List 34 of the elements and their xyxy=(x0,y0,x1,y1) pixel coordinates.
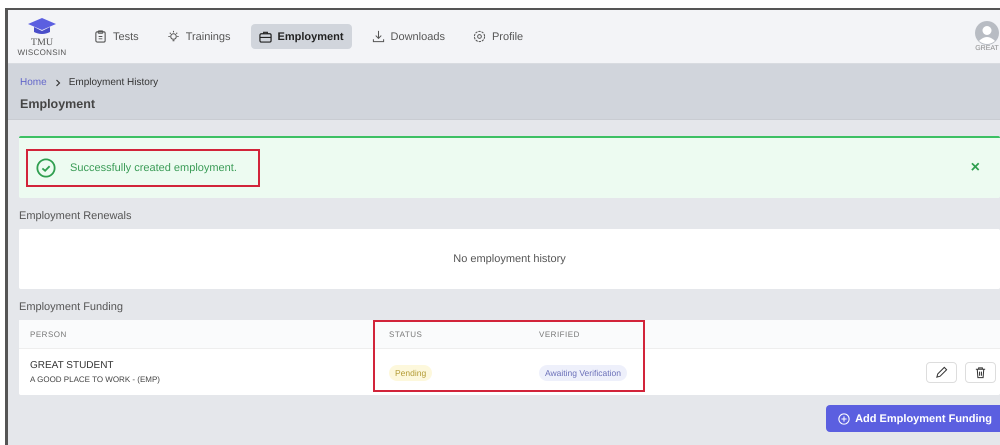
logo-subtitle: WISCONSIN xyxy=(18,48,66,56)
logo-title: TMU xyxy=(30,36,54,48)
settings-icon xyxy=(472,30,486,43)
briefcase-icon xyxy=(258,30,272,43)
page-title: Employment xyxy=(20,97,96,111)
alert-message: Successfully created employment. xyxy=(70,162,237,174)
trash-icon xyxy=(974,366,987,378)
column-header: STATUS xyxy=(389,330,424,338)
breadcrumb-current: Employment History xyxy=(68,77,158,88)
add-funding-button[interactable]: Add Employment Funding xyxy=(826,405,1000,432)
verification-badge: Awaiting Verification xyxy=(539,365,627,381)
nav-tab[interactable]: Downloads xyxy=(364,24,453,49)
person-name: GREAT STUDENT xyxy=(30,360,115,371)
nav-tab[interactable]: Profile xyxy=(464,24,532,49)
status-badge: Pending xyxy=(389,365,432,381)
nav-tab[interactable]: Employment xyxy=(250,24,352,49)
column-header: VERIFIED xyxy=(539,330,581,338)
check-circle-icon xyxy=(36,158,56,178)
employer-name: A GOOD PLACE TO WORK - (EMP) xyxy=(30,375,161,384)
empty-message: No employment history xyxy=(453,253,566,265)
edit-button[interactable] xyxy=(926,362,957,382)
nav-tab[interactable]: Tests xyxy=(86,24,147,49)
lightbulb-icon xyxy=(166,30,180,43)
plus-circle-icon xyxy=(838,412,850,424)
section-title: Employment Funding xyxy=(19,301,124,313)
download-icon xyxy=(372,30,385,43)
clipboard-icon xyxy=(94,30,107,43)
graduation-cap-icon xyxy=(27,16,57,36)
nav-tab[interactable]: Trainings xyxy=(158,24,239,49)
chevron-icon xyxy=(54,78,61,86)
pencil-icon xyxy=(935,366,948,378)
delete-button[interactable] xyxy=(965,362,996,382)
column-header: PERSON xyxy=(29,330,68,338)
section-title: Employment Renewals xyxy=(19,210,132,222)
